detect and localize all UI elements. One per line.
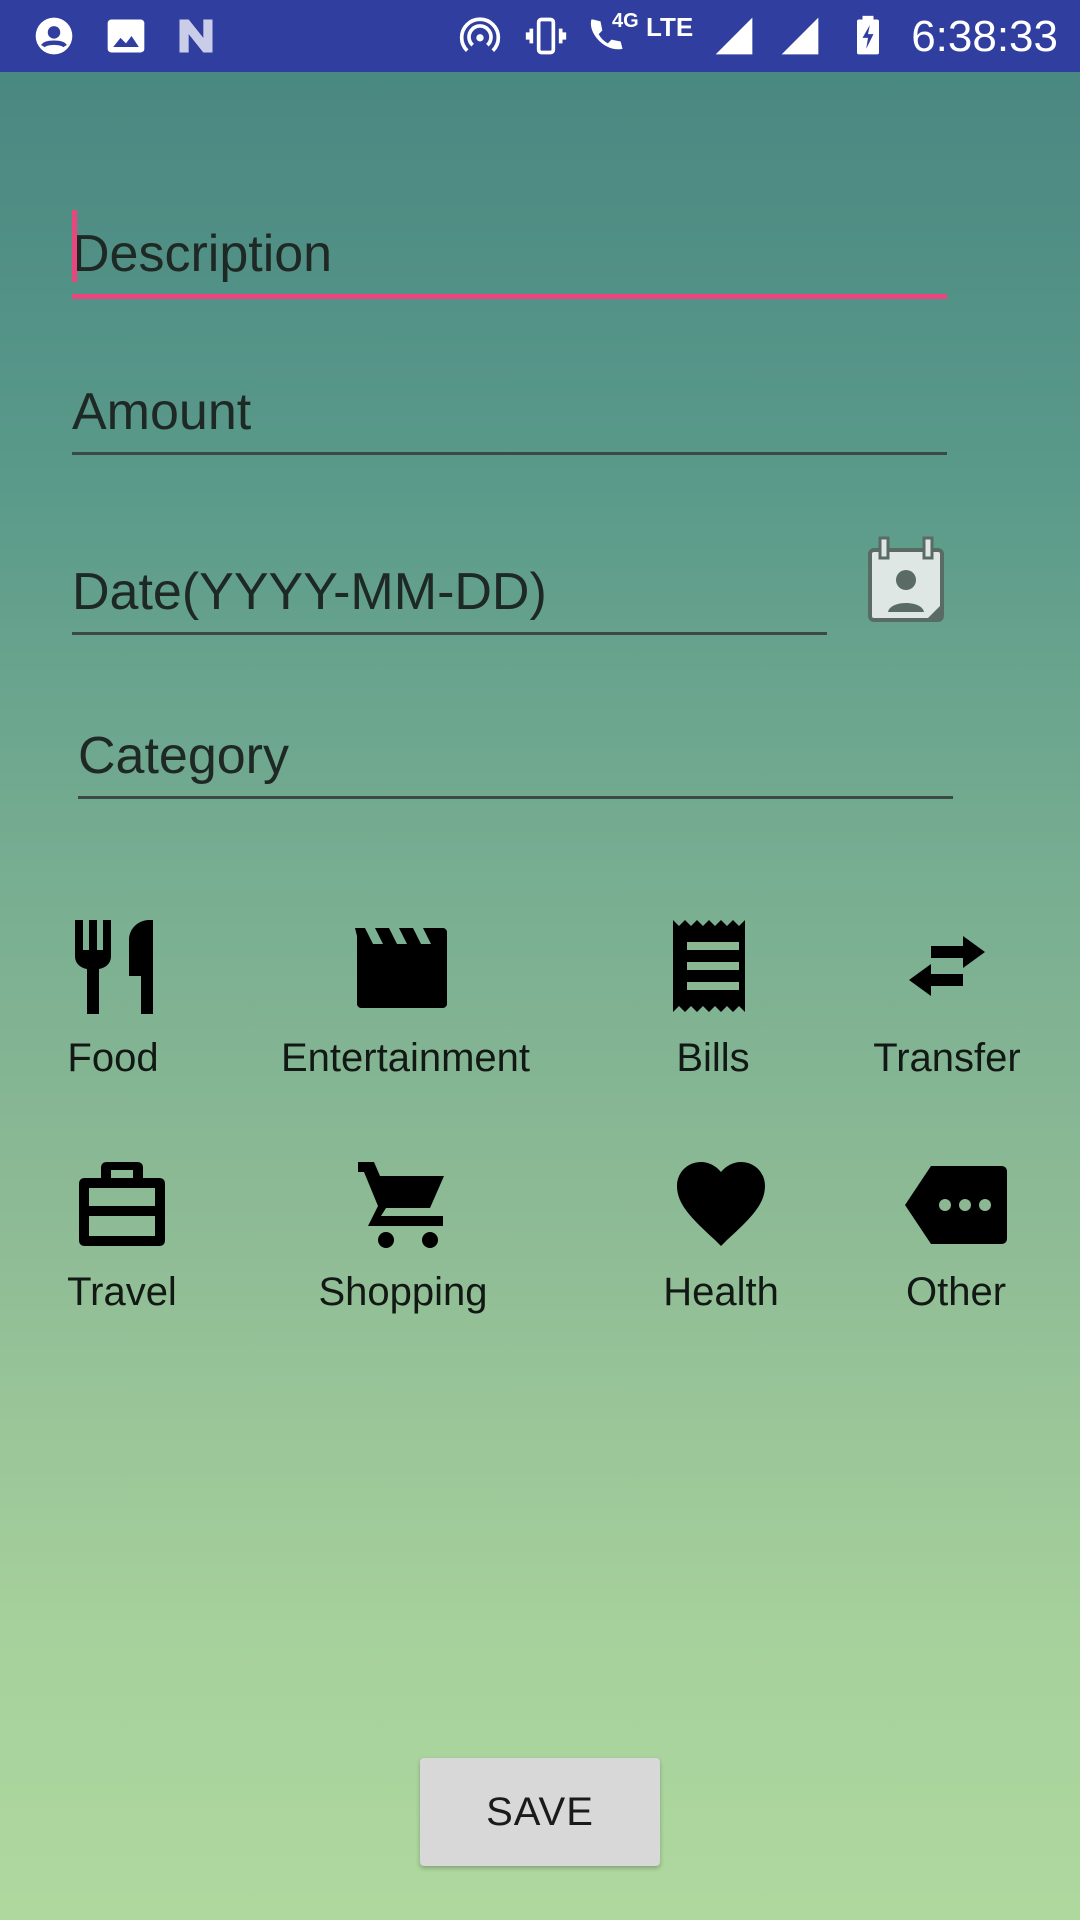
category-field[interactable]: Category	[78, 716, 953, 799]
status-bar: 4G LTE 6:38:33	[0, 0, 1080, 72]
signal-icon	[715, 17, 753, 55]
receipt-icon	[673, 920, 745, 1012]
battery-charging-icon	[857, 15, 879, 55]
save-button[interactable]: SAVE	[420, 1758, 660, 1866]
fork-knife-icon	[75, 920, 153, 1014]
category-label: Bills	[676, 1036, 750, 1080]
date-field[interactable]: Date(YYYY-MM-DD)	[72, 552, 827, 635]
category-transfer[interactable]: Transfer	[827, 918, 1067, 1081]
briefcase-icon	[79, 1162, 165, 1246]
category-label: Entertainment	[281, 1036, 531, 1080]
network-4g-text: 4G	[612, 10, 639, 32]
heart-icon	[677, 1162, 765, 1246]
vibrate-icon	[525, 17, 567, 55]
category-label: Food	[67, 1036, 159, 1080]
category-label: Transfer	[873, 1036, 1021, 1080]
category-entertainment[interactable]: Entertainment	[281, 918, 531, 1081]
swap-arrows-icon	[909, 936, 985, 996]
date-hint: Date(YYYY-MM-DD)	[72, 563, 547, 621]
description-field[interactable]: Description	[72, 214, 947, 299]
n-logo-icon	[179, 19, 213, 53]
image-icon	[107, 19, 145, 53]
category-label: Travel	[67, 1270, 177, 1314]
tag-more-icon	[905, 1166, 1007, 1244]
clapperboard-icon	[355, 928, 447, 1008]
account-circle-icon	[35, 17, 73, 55]
cart-icon	[358, 1162, 444, 1248]
category-label: Shopping	[318, 1270, 488, 1314]
category-health[interactable]: Health	[601, 1160, 841, 1315]
network-lte-text: LTE	[646, 12, 694, 42]
clock: 6:38:33	[911, 12, 1058, 61]
category-label: Health	[663, 1270, 779, 1314]
signal-icon	[781, 17, 819, 55]
calendar-icon[interactable]	[866, 536, 946, 626]
category-travel[interactable]: Travel	[2, 1160, 242, 1315]
category-label: Other	[905, 1270, 1007, 1314]
amount-hint: Amount	[72, 383, 252, 441]
category-other[interactable]: Other	[836, 1160, 1076, 1315]
amount-field[interactable]: Amount	[72, 372, 947, 455]
hotspot-icon	[459, 17, 501, 52]
description-hint: Description	[72, 225, 333, 283]
category-hint: Category	[78, 727, 289, 785]
category-bills[interactable]: Bills	[593, 918, 833, 1081]
category-food[interactable]: Food	[0, 918, 233, 1081]
category-shopping[interactable]: Shopping	[283, 1160, 523, 1315]
text-cursor	[72, 210, 77, 282]
